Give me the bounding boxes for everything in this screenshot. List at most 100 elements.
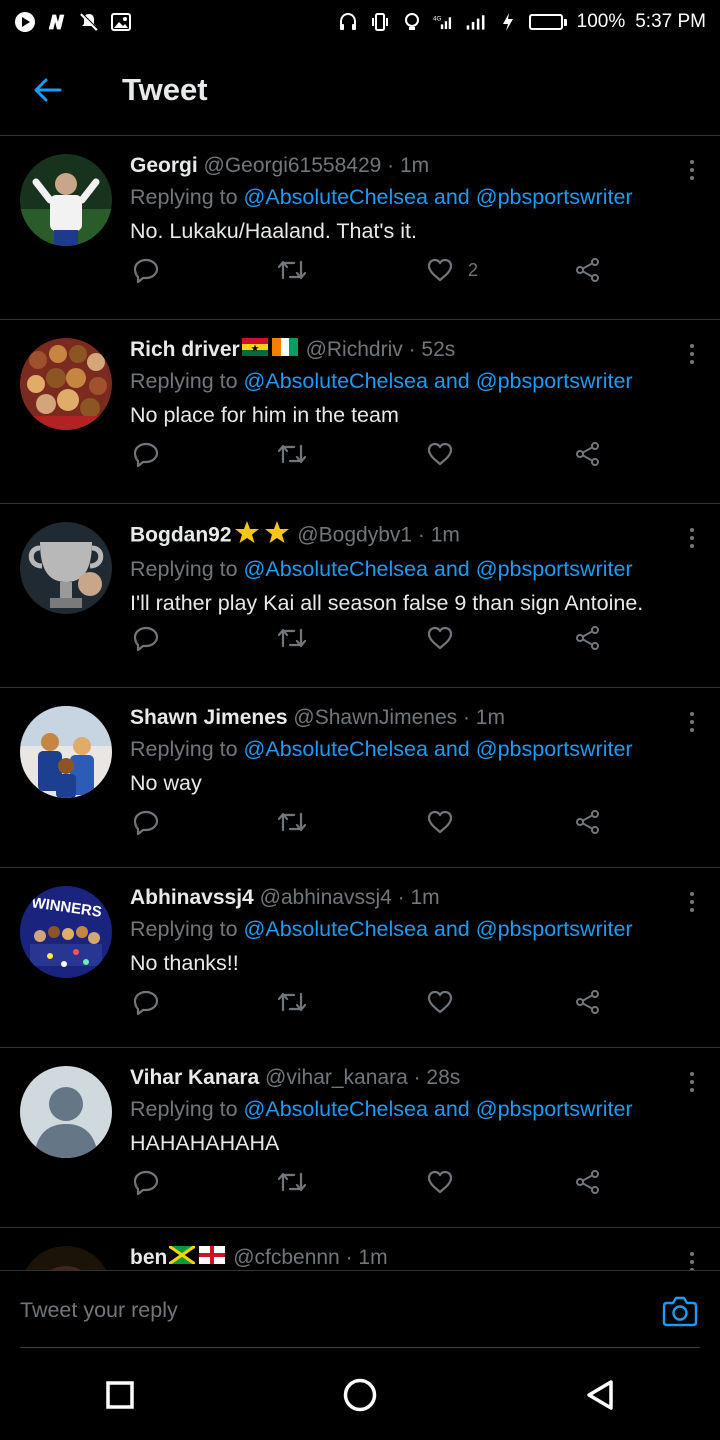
share-button[interactable] [574,250,602,290]
reply-button[interactable] [132,1162,160,1202]
replying-to: Replying to @AbsoluteChelsea and @pbspor… [130,1092,700,1126]
tweet-item[interactable]: Rich driver @Richdriv · 52s Replying to … [0,320,720,504]
handle-time: @cfcbennn · 1m [233,1246,388,1269]
reply-input[interactable] [20,1298,660,1323]
display-name[interactable]: ben [130,1246,167,1269]
back-button[interactable] [0,44,96,136]
retweet-icon [277,1172,307,1192]
tweet-item[interactable]: Georgi @Georgi61558429 · 1m Replying to … [0,136,720,320]
star-icon [234,520,260,552]
like-button[interactable] [426,618,454,658]
retweet-button[interactable] [276,618,308,658]
mention-link[interactable]: @AbsoluteChelsea and @pbsportswriter [244,737,633,761]
reply-icon [133,990,159,1016]
replying-to: Replying to @AbsoluteChelsea and @pbspor… [130,912,700,946]
mention-link[interactable]: @AbsoluteChelsea and @pbsportswriter [244,917,633,941]
tweet-text: No. Lukaku/Haaland. That's it. [130,219,417,243]
tweet-actions [130,1162,610,1202]
replying-to: Replying to @AbsoluteChelsea and @pbspor… [130,364,700,398]
avatar[interactable] [20,338,112,430]
like-button[interactable] [426,1162,454,1202]
retweet-button[interactable] [276,434,308,474]
lightbulb-icon [401,11,423,33]
like-button[interactable]: 2 [426,250,478,290]
like-button[interactable] [426,434,454,474]
display-name[interactable]: Georgi [130,154,198,177]
more-options-button[interactable] [680,706,704,738]
display-name[interactable]: Shawn Jimenes [130,706,288,729]
divider [20,1347,700,1348]
tweet-meta: Shawn Jimenes @ShawnJimenes · 1m [130,704,700,732]
tweet-meta: Rich driver @Richdriv · 52s [130,336,700,364]
tweet-meta: Vihar Kanara @vihar_kanara · 28s [130,1064,700,1092]
more-options-button[interactable] [680,886,704,918]
system-nav-bar [0,1350,720,1440]
reply-icon [133,626,159,652]
retweet-button[interactable] [276,802,308,842]
retweet-button[interactable] [276,250,308,290]
avatar[interactable] [20,1246,112,1270]
clock: 5:37 PM [635,11,706,32]
share-icon [576,1170,599,1194]
like-button[interactable] [426,802,454,842]
netflix-icon [46,11,68,33]
tweet-actions [130,434,610,474]
avatar[interactable] [20,706,112,798]
recents-button[interactable] [80,1355,160,1435]
signal-4g-icon: 4G [433,11,455,33]
heart-icon [427,990,453,1014]
replies-list[interactable]: Georgi @Georgi61558429 · 1m Replying to … [0,136,720,1270]
reply-button[interactable] [132,250,160,290]
tweet-item[interactable]: WINNERS Abhinavssj4 @abhinavssj4 · 1m Re… [0,868,720,1048]
ivory-coast-flag-icon [271,336,298,364]
reply-button[interactable] [132,982,160,1022]
reply-icon [133,258,159,284]
share-icon [576,442,599,466]
tweet-item[interactable]: Vihar Kanara @vihar_kanara · 28s Replyin… [0,1048,720,1228]
mention-link[interactable]: @AbsoluteChelsea and @pbsportswriter [244,369,633,393]
display-name[interactable]: Rich driver [130,338,240,361]
more-options-button[interactable] [680,154,704,186]
retweet-icon [277,444,307,464]
share-button[interactable] [574,802,602,842]
more-options-button[interactable] [680,1066,704,1098]
display-name[interactable]: Bogdan92 [130,524,232,547]
arrow-left-icon [34,78,62,101]
tweet-meta: Georgi @Georgi61558429 · 1m [130,152,700,180]
tweet-actions: 2 [130,250,610,290]
battery-percent: 100% [576,11,626,32]
status-bar: 4G 100% 5:37 PM [0,0,720,44]
mention-link[interactable]: @AbsoluteChelsea and @pbsportswriter [244,557,633,581]
share-button[interactable] [574,982,602,1022]
tweet-item[interactable]: ben @cfcbennn · 1m [0,1228,720,1270]
back-nav-button[interactable] [560,1355,640,1435]
more-options-button[interactable] [680,522,704,554]
tweet-item[interactable]: Bogdan92 @Bogdybv1 · 1m Replying to @Abs… [0,504,720,688]
reply-button[interactable] [132,618,160,658]
avatar[interactable] [20,522,112,614]
top-bar: Tweet [0,44,720,136]
display-name[interactable]: Vihar Kanara [130,1066,259,1089]
share-button[interactable] [574,434,602,474]
reply-button[interactable] [132,434,160,474]
mention-link[interactable]: @AbsoluteChelsea and @pbsportswriter [244,185,633,209]
tweet-item[interactable]: Shawn Jimenes @ShawnJimenes · 1m Replyin… [0,688,720,868]
mention-link[interactable]: @AbsoluteChelsea and @pbsportswriter [244,1097,633,1121]
camera-button[interactable] [660,1291,700,1331]
avatar[interactable]: WINNERS [20,886,112,978]
more-options-button[interactable] [680,338,704,370]
avatar[interactable] [20,1066,112,1158]
share-button[interactable] [574,1162,602,1202]
reply-button[interactable] [132,802,160,842]
more-options-button[interactable] [680,1246,704,1270]
replying-to: Replying to @AbsoluteChelsea and @pbspor… [130,180,700,214]
home-button[interactable] [320,1355,400,1435]
like-button[interactable] [426,982,454,1022]
heart-icon [427,258,453,282]
share-button[interactable] [574,618,602,658]
retweet-button[interactable] [276,982,308,1022]
avatar[interactable] [20,154,112,246]
heart-icon [427,1170,453,1194]
retweet-button[interactable] [276,1162,308,1202]
display-name[interactable]: Abhinavssj4 [130,886,254,909]
